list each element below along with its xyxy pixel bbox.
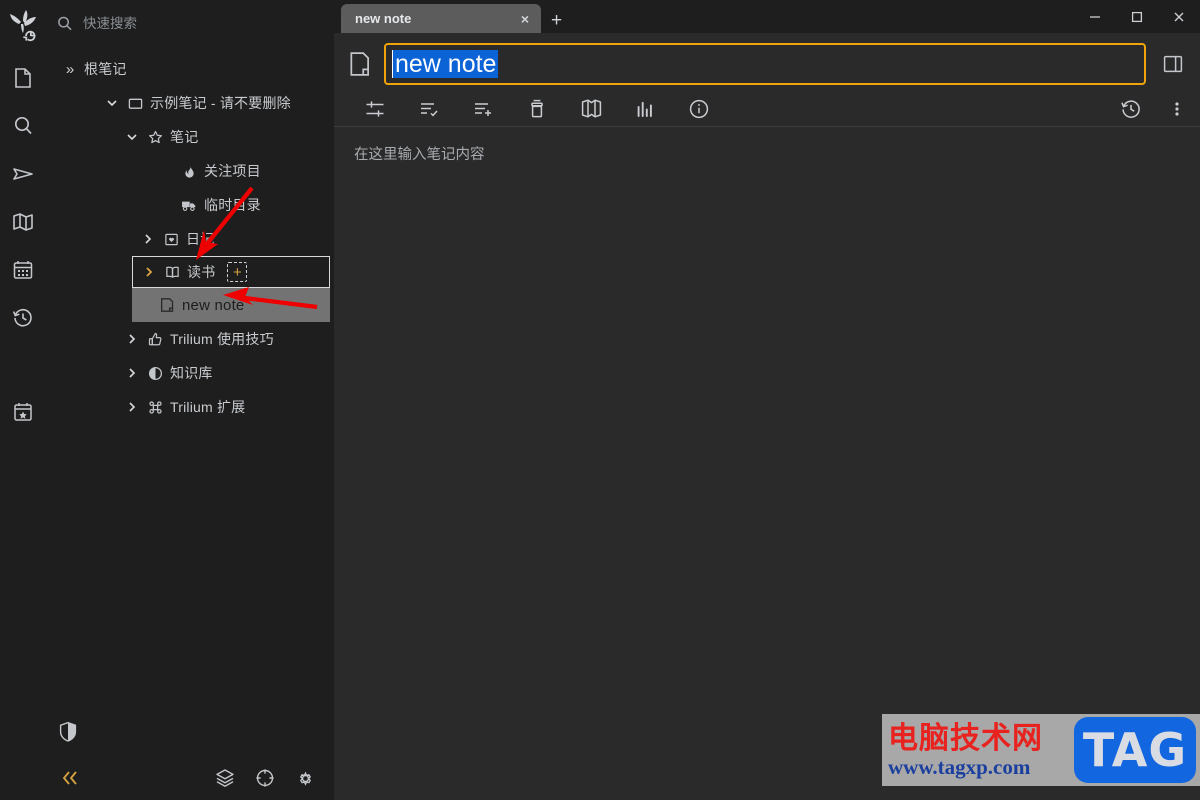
ribbon-note-info[interactable]: [618, 94, 672, 124]
watermark-tag-logo: TAG: [1074, 717, 1196, 783]
tree-row-example-notes[interactable]: 示例笔记 - 请不要删除: [46, 86, 334, 120]
note-title-text: new note: [392, 49, 499, 79]
collapse-tree-button[interactable]: [60, 769, 80, 787]
tab-title: new note: [355, 11, 412, 26]
tree-row-notes[interactable]: 笔记: [46, 120, 334, 154]
ribbon-basic-properties[interactable]: [348, 94, 402, 124]
rail-item-jump-to[interactable]: [1, 150, 45, 198]
contrast-circle-icon: [146, 364, 164, 382]
chevron-double-right-icon: »: [65, 60, 75, 78]
minimize-button[interactable]: [1074, 0, 1116, 33]
crosshair-button[interactable]: [255, 768, 275, 789]
tree-item-label: 笔记: [170, 129, 199, 145]
ribbon-right-actions: [1104, 94, 1190, 124]
note-tree: » 根笔记 示例笔记 - 请不要删除 笔记 关注项目 临时目录 日记 读书 + …: [46, 46, 334, 756]
rail-item-note-map[interactable]: [1, 198, 45, 246]
watermark-text-block: 电脑技术网 www.tagxp.com: [882, 714, 1074, 786]
left-icon-rail: [0, 0, 46, 800]
note-title-input[interactable]: new note: [384, 43, 1146, 85]
note-revisions-button[interactable]: [1104, 94, 1158, 124]
chevron-right-icon[interactable]: [124, 365, 140, 381]
command-icon: [146, 398, 164, 416]
quick-search-row: [46, 0, 334, 46]
ribbon-note-paths[interactable]: [510, 94, 564, 124]
note-page-icon[interactable]: [348, 51, 372, 77]
chevron-right-icon[interactable]: [140, 231, 156, 247]
main-panel: new note × + new note 在这里输入笔记内容: [334, 0, 1200, 800]
add-child-note-button[interactable]: +: [227, 262, 248, 282]
close-icon[interactable]: ×: [517, 11, 533, 27]
tree-item-label: 日记: [186, 231, 215, 247]
chevron-right-icon[interactable]: [141, 264, 157, 280]
tree-item-label: 关注项目: [204, 163, 261, 179]
note-content-editor[interactable]: 在这里输入笔记内容: [334, 127, 1200, 800]
tree-row-trilium-tips[interactable]: Trilium 使用技巧: [46, 322, 334, 356]
folder-icon: [126, 94, 144, 112]
watermark: 电脑技术网 www.tagxp.com TAG: [882, 714, 1200, 786]
ribbon-inherited-attributes[interactable]: [456, 94, 510, 124]
note-actions-menu[interactable]: [1164, 94, 1190, 124]
ribbon-owned-attributes[interactable]: [402, 94, 456, 124]
tree-item-label: new note: [182, 296, 245, 314]
truck-icon: [180, 196, 198, 214]
ribbon-note-map[interactable]: [564, 94, 618, 124]
note-page-icon: [158, 296, 176, 314]
new-tab-button[interactable]: +: [541, 11, 572, 30]
journal-icon: [162, 230, 180, 248]
sidebar-footer: [46, 756, 334, 800]
star-icon: [146, 128, 164, 146]
chevron-down-icon[interactable]: [104, 95, 120, 111]
maximize-button[interactable]: [1116, 0, 1158, 33]
rail-icon-list: [1, 54, 45, 436]
rail-item-calendar[interactable]: [1, 246, 45, 294]
tree-row-trilium-extensions[interactable]: Trilium 扩展: [46, 390, 334, 424]
fire-icon: [180, 162, 198, 180]
tree-item-label: 临时目录: [204, 197, 261, 213]
tree-item-label: Trilium 扩展: [170, 399, 246, 415]
window-controls: [1074, 0, 1200, 33]
tree-row-knowledge-base[interactable]: 知识库: [46, 356, 334, 390]
editor-placeholder: 在这里输入笔记内容: [354, 147, 485, 163]
rail-item-search[interactable]: [1, 102, 45, 150]
trilium-window: » 根笔记 示例笔记 - 请不要删除: [0, 0, 1200, 800]
tree-row-root[interactable]: » 根笔记: [46, 52, 334, 86]
rail-item-bookmarks[interactable]: [1, 388, 45, 436]
note-title-area: new note: [334, 33, 1200, 91]
settings-button[interactable]: [295, 768, 316, 789]
layers-button[interactable]: [215, 768, 235, 789]
watermark-site-url: www.tagxp.com: [888, 755, 1031, 780]
tree-item-label: Trilium 使用技巧: [170, 331, 274, 347]
trilium-leaf-logo: [0, 6, 46, 46]
tree-row-diary[interactable]: 日记: [46, 222, 334, 256]
tree-row-reading[interactable]: 读书 +: [132, 256, 330, 288]
ribbon-similar-notes[interactable]: [672, 94, 726, 124]
tree-item-label: 示例笔记 - 请不要删除: [150, 95, 291, 111]
rail-item-notes[interactable]: [1, 54, 45, 102]
chevron-right-icon[interactable]: [124, 331, 140, 347]
tree-row-focus-projects[interactable]: 关注项目: [46, 154, 334, 188]
shield-icon[interactable]: [58, 721, 78, 748]
split-panel-icon[interactable]: [1158, 53, 1188, 75]
watermark-site-name: 电脑技术网: [888, 720, 1043, 756]
tree-row-new-note[interactable]: new note: [132, 288, 330, 322]
thumbs-up-icon: [146, 330, 164, 348]
tree-item-label: 读书: [187, 264, 216, 280]
tab-bar: new note × +: [334, 0, 1200, 33]
close-button[interactable]: [1158, 0, 1200, 33]
note-tree-sidebar: » 根笔记 示例笔记 - 请不要删除: [46, 0, 334, 800]
chevron-right-icon[interactable]: [124, 399, 140, 415]
tree-item-label: 知识库: [170, 365, 213, 381]
search-input[interactable]: [83, 15, 283, 31]
chevron-down-icon[interactable]: [124, 129, 140, 145]
rail-item-recent-changes[interactable]: [1, 294, 45, 342]
tree-row-temp-directory[interactable]: 临时目录: [46, 188, 334, 222]
tree-item-label: 根笔记: [84, 61, 127, 77]
note-ribbon-toolbar: [334, 91, 1200, 127]
search-icon: [56, 15, 73, 32]
book-open-icon: [163, 263, 181, 281]
tab-new-note[interactable]: new note ×: [341, 4, 541, 33]
